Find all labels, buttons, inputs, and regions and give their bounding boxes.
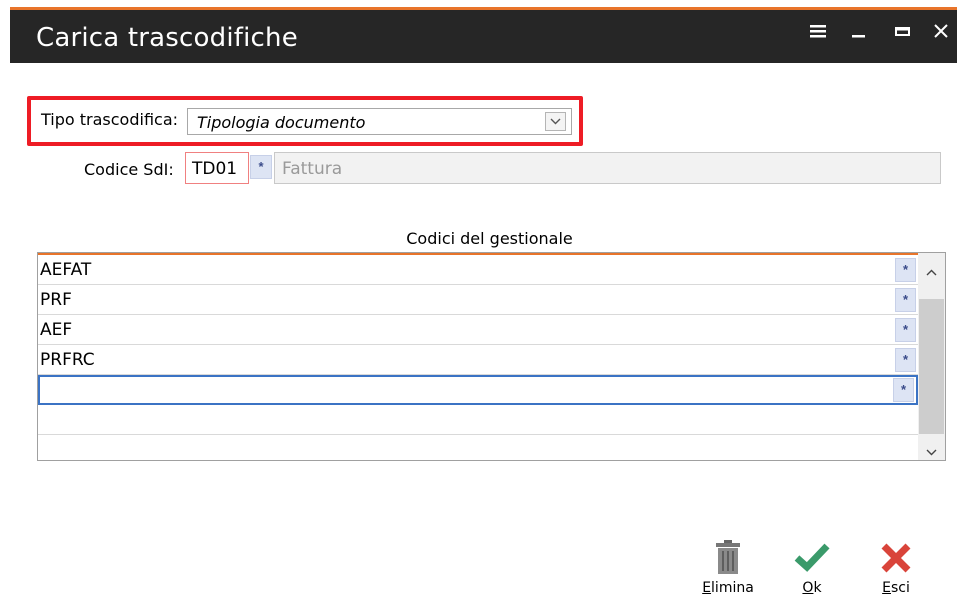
grid-title: Codici del gestionale	[406, 229, 573, 248]
cancel-x-icon	[881, 543, 911, 573]
chevron-down-icon[interactable]	[545, 112, 566, 131]
checkmark-icon	[794, 543, 830, 572]
scroll-down-icon[interactable]	[926, 443, 937, 461]
vertical-scrollbar[interactable]	[918, 253, 945, 460]
codice-sdi-value: TD01	[192, 159, 238, 179]
window-top-accent	[0, 0, 957, 10]
close-icon[interactable]	[934, 24, 957, 48]
ok-label: Ok	[802, 580, 822, 596]
esci-label: Esci	[882, 580, 910, 596]
codice-zoom-button[interactable]: *	[250, 155, 272, 179]
minimize-icon[interactable]	[852, 24, 878, 48]
window-titlebar[interactable]: Carica trascodifiche	[10, 10, 957, 63]
hamburger-menu-icon[interactable]	[810, 24, 836, 48]
tipo-trascodifica-label: Tipo trascodifica:	[41, 110, 179, 129]
table-row-empty[interactable]	[38, 405, 918, 435]
codice-sdi-label: Codice SdI:	[84, 160, 174, 179]
table-row[interactable]: PRFRC *	[38, 345, 918, 375]
grid-cell[interactable]: PRFRC	[40, 350, 95, 370]
row-zoom-button[interactable]: *	[895, 288, 916, 312]
row-zoom-button[interactable]: *	[895, 348, 916, 372]
codice-description-field: Fattura	[274, 152, 941, 184]
table-row-active[interactable]: *	[38, 375, 918, 405]
scrollbar-thumb[interactable]	[919, 299, 944, 434]
maximize-icon[interactable]	[895, 24, 921, 48]
codici-grid[interactable]: AEFAT * PRF * AEF * PRFRC * *	[37, 252, 946, 461]
table-row[interactable]: PRF *	[38, 285, 918, 315]
window-title: Carica trascodifiche	[36, 23, 298, 53]
row-zoom-button[interactable]: *	[895, 258, 916, 282]
trash-icon	[716, 540, 740, 574]
codice-description-value: Fattura	[282, 159, 343, 179]
table-row[interactable]: AEFAT *	[38, 255, 918, 285]
elimina-label: Elimina	[702, 580, 754, 596]
table-row[interactable]: AEF *	[38, 315, 918, 345]
grid-cell[interactable]: AEFAT	[40, 260, 91, 280]
row-zoom-button[interactable]: *	[895, 318, 916, 342]
tipo-trascodifica-value: Tipologia documento	[197, 113, 366, 132]
row-zoom-button[interactable]: *	[893, 378, 914, 402]
grid-cell[interactable]: PRF	[40, 290, 72, 310]
tipo-trascodifica-select[interactable]: Tipologia documento	[187, 108, 572, 135]
scroll-up-icon[interactable]	[926, 263, 937, 281]
grid-cell[interactable]: AEF	[40, 320, 72, 340]
codice-sdi-input[interactable]: TD01	[185, 152, 249, 184]
